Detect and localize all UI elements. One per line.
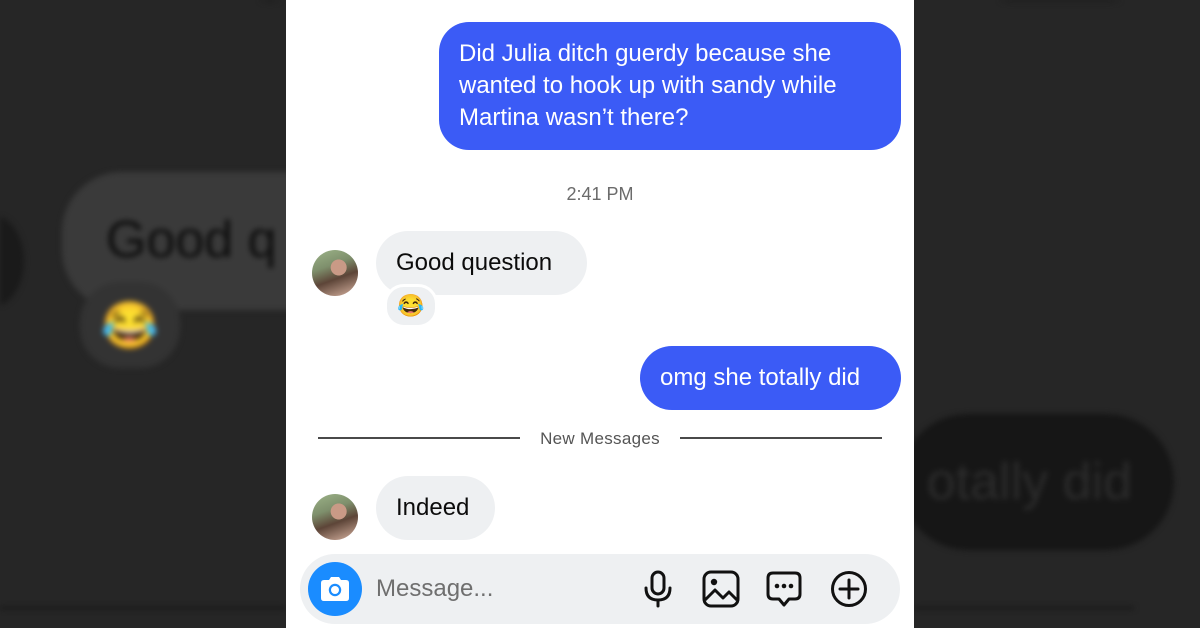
new-messages-divider: New Messages (540, 429, 660, 448)
chat-bubble-icon (766, 571, 802, 607)
sticker-button[interactable] (764, 569, 804, 609)
bg-divider (914, 607, 1134, 609)
outgoing-message[interactable]: Did Julia ditch guerdy because she wante… (439, 22, 901, 150)
message-text: Did Julia ditch guerdy because she wante… (459, 40, 837, 131)
microphone-icon (644, 570, 672, 608)
avatar[interactable] (312, 250, 358, 296)
chat-screen: Did Julia ditch guerdy because she wante… (286, 0, 914, 628)
bg-divider (0, 607, 286, 609)
bg-outgoing-text: otally did (926, 453, 1132, 511)
bg-shape (980, 0, 1140, 2)
message-text: omg she totally did (660, 364, 861, 391)
gallery-button[interactable] (701, 569, 741, 609)
message-text: Good question (396, 249, 553, 276)
camera-icon (321, 577, 349, 601)
message-input[interactable] (376, 574, 606, 604)
divider-line (680, 437, 882, 439)
divider-line (318, 437, 520, 439)
incoming-message[interactable]: Indeed (376, 476, 495, 540)
avatar[interactable] (312, 494, 358, 540)
bg-outgoing-bubble: otally did (900, 414, 1174, 550)
bg-reaction: 😂 (80, 282, 180, 368)
outgoing-message[interactable]: omg she totally did (640, 346, 901, 410)
message-text: Indeed (396, 494, 470, 521)
reaction-laughing-emoji[interactable]: 😂 (384, 284, 438, 328)
message-composer (300, 554, 900, 624)
message-timestamp: 2:41 PM (566, 184, 634, 204)
image-icon (702, 570, 740, 608)
more-options-button[interactable] (829, 569, 869, 609)
camera-button[interactable] (308, 562, 362, 616)
microphone-button[interactable] (638, 569, 678, 609)
bg-avatar (0, 215, 24, 307)
plus-circle-icon (831, 571, 867, 607)
